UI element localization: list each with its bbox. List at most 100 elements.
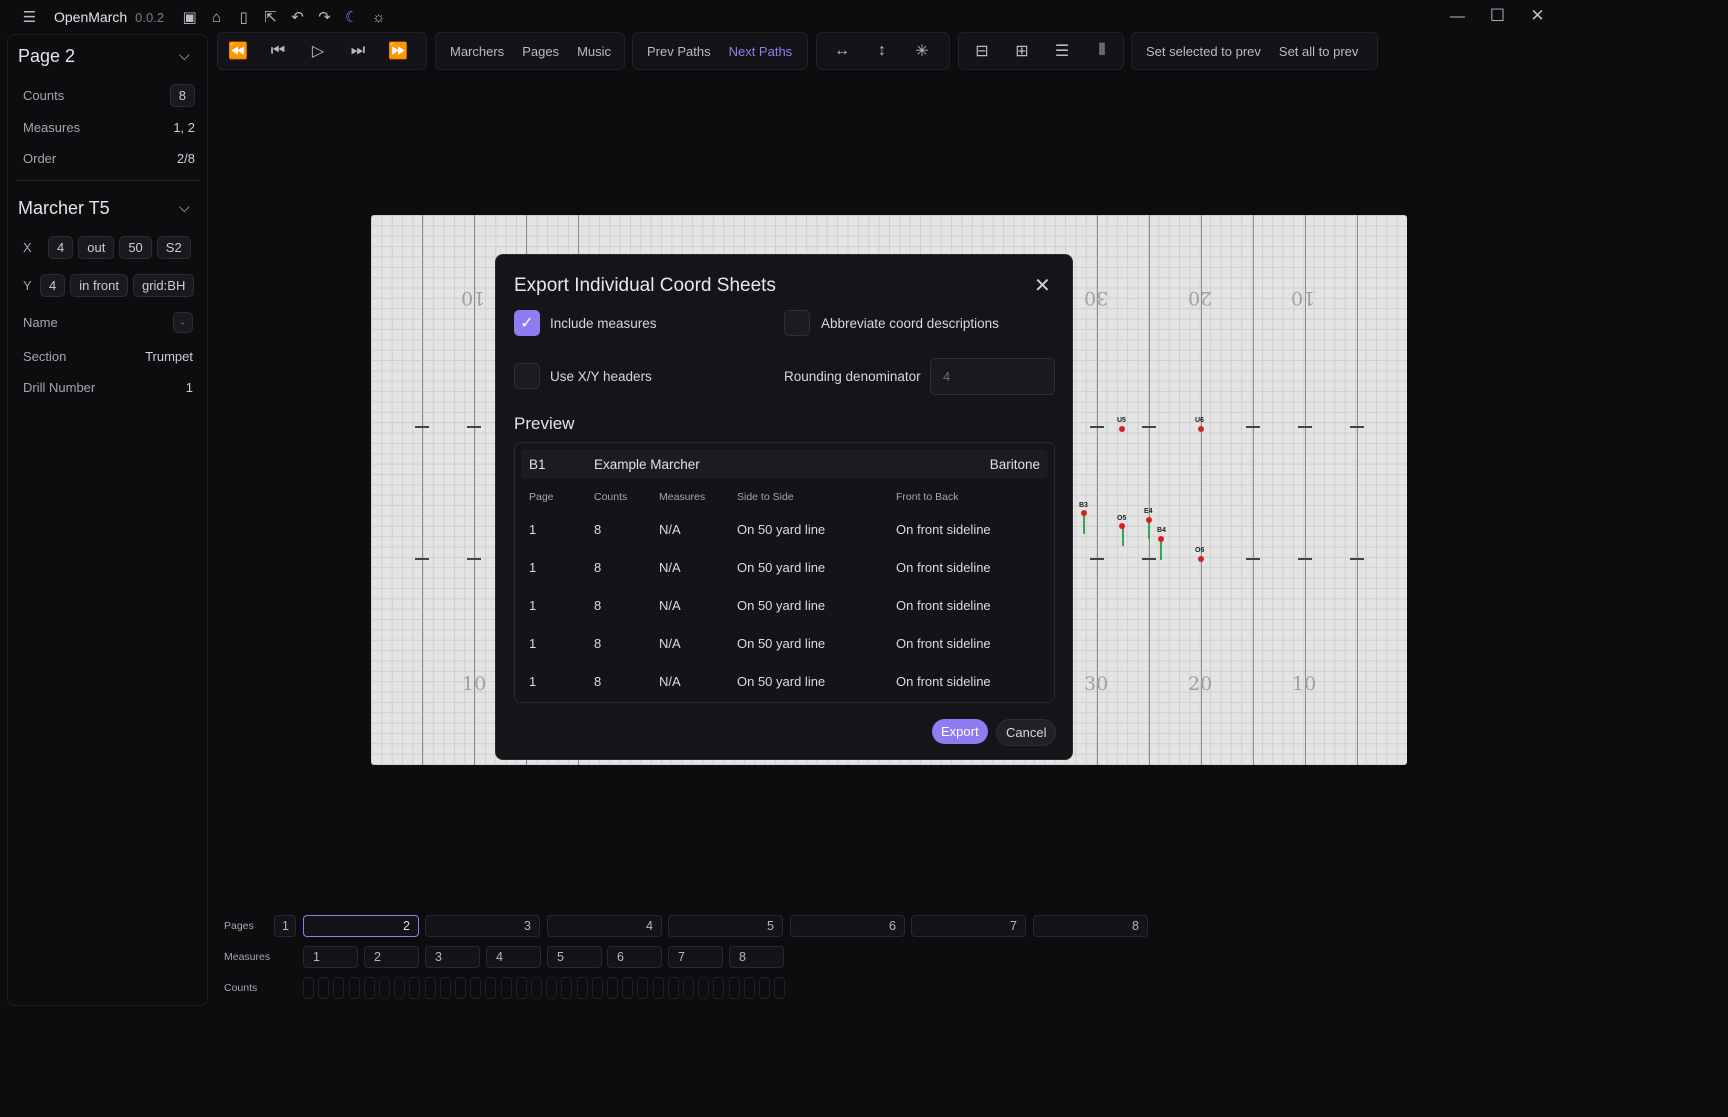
count-box[interactable] xyxy=(363,977,375,999)
count-box[interactable] xyxy=(652,977,664,999)
y-reference-chip[interactable]: grid:BH xyxy=(132,274,195,297)
count-box[interactable] xyxy=(591,977,603,999)
count-box[interactable] xyxy=(561,977,573,999)
moon-icon[interactable]: ☾ xyxy=(338,8,365,26)
chevron-down-icon[interactable]: ⌵ xyxy=(179,199,190,216)
export-icon[interactable]: ⇱ xyxy=(257,8,284,26)
music-button[interactable]: Music xyxy=(568,44,620,59)
count-box[interactable] xyxy=(698,977,710,999)
swap-vertical-icon[interactable]: ↕ xyxy=(862,42,902,60)
count-box[interactable] xyxy=(683,977,694,999)
count-box[interactable] xyxy=(667,977,679,999)
save-icon[interactable]: ▣ xyxy=(176,8,203,26)
count-box[interactable] xyxy=(500,977,512,999)
count-box[interactable] xyxy=(576,977,588,999)
redo-icon[interactable]: ↷ xyxy=(311,8,338,26)
count-box[interactable] xyxy=(531,977,542,999)
swap-horizontal-icon[interactable]: ↔ xyxy=(822,42,862,60)
marcher-dot[interactable] xyxy=(1146,517,1152,523)
new-file-icon[interactable]: ▯ xyxy=(230,8,257,26)
count-box[interactable] xyxy=(622,977,634,999)
count-box[interactable] xyxy=(424,977,436,999)
page-box[interactable]: 5 xyxy=(668,915,783,937)
maximize-icon[interactable]: ☐ xyxy=(1484,6,1511,26)
page-box[interactable]: 6 xyxy=(790,915,905,937)
align-vertical-icon[interactable]: ⊞ xyxy=(1002,41,1042,61)
marcher-dot[interactable] xyxy=(1119,426,1125,432)
minimize-icon[interactable]: — xyxy=(1444,8,1471,25)
marcher-dot[interactable] xyxy=(1119,523,1125,529)
count-box[interactable] xyxy=(409,977,421,999)
close-window-icon[interactable]: ✕ xyxy=(1524,6,1551,26)
rewind-icon[interactable]: ⏪ xyxy=(218,41,258,61)
page-box[interactable]: 1 xyxy=(274,915,296,937)
measure-box[interactable]: 4 xyxy=(486,946,541,968)
previous-page-icon[interactable]: ⏮ xyxy=(258,42,298,60)
next-paths-toggle[interactable]: Next Paths xyxy=(720,44,802,59)
y-steps-chip[interactable]: 4 xyxy=(40,274,66,297)
sun-icon[interactable]: ☼ xyxy=(365,9,392,26)
measure-box[interactable]: 8 xyxy=(729,946,784,968)
page-box[interactable]: 4 xyxy=(547,915,662,937)
count-box[interactable] xyxy=(348,977,360,999)
menu-icon[interactable]: ☰ xyxy=(16,8,43,26)
count-box[interactable] xyxy=(485,977,497,999)
measure-box[interactable]: 7 xyxy=(668,946,723,968)
count-box[interactable] xyxy=(318,977,330,999)
page-box[interactable]: 8 xyxy=(1033,915,1148,937)
measure-box[interactable]: 2 xyxy=(364,946,419,968)
marcher-dot[interactable] xyxy=(1158,536,1164,542)
count-box[interactable] xyxy=(439,977,451,999)
marcher-dot[interactable] xyxy=(1081,510,1087,516)
count-box[interactable] xyxy=(303,977,314,999)
include-measures-checkbox[interactable]: ✓ xyxy=(514,310,540,336)
count-box[interactable] xyxy=(743,977,755,999)
folder-open-icon[interactable]: ⌂ xyxy=(203,9,230,26)
measure-box[interactable]: 3 xyxy=(425,946,480,968)
chevron-down-icon[interactable]: ⌵ xyxy=(179,47,190,64)
prev-paths-toggle[interactable]: Prev Paths xyxy=(638,44,720,59)
distribute-vertical-icon[interactable]: ⦀ xyxy=(1082,42,1122,60)
play-icon[interactable]: ▷ xyxy=(298,41,338,61)
count-box[interactable] xyxy=(759,977,770,999)
rounding-denominator-input[interactable]: 4 xyxy=(930,358,1055,395)
measure-box[interactable]: 6 xyxy=(607,946,662,968)
count-box[interactable] xyxy=(713,977,725,999)
distribute-horizontal-icon[interactable]: ☰ xyxy=(1042,41,1082,61)
xy-headers-checkbox[interactable] xyxy=(514,363,540,389)
x-direction-chip[interactable]: out xyxy=(78,236,115,259)
y-direction-chip[interactable]: in front xyxy=(70,274,128,297)
marcher-dot[interactable] xyxy=(1198,556,1204,562)
align-horizontal-icon[interactable]: ⊟ xyxy=(962,41,1002,61)
count-box[interactable] xyxy=(637,977,649,999)
abbreviate-checkbox[interactable] xyxy=(784,310,810,336)
page-box[interactable]: 7 xyxy=(911,915,1026,937)
count-box[interactable] xyxy=(470,977,482,999)
page-box[interactable]: 3 xyxy=(425,915,540,937)
x-yardline-chip[interactable]: 50 xyxy=(119,236,152,259)
set-all-to-prev-button[interactable]: Set all to prev xyxy=(1270,44,1368,59)
x-steps-chip[interactable]: 4 xyxy=(48,236,74,259)
set-selected-to-prev-button[interactable]: Set selected to prev xyxy=(1137,44,1270,59)
next-page-icon[interactable]: ⏭ xyxy=(338,42,378,60)
export-button[interactable]: Export xyxy=(932,719,988,744)
count-box[interactable] xyxy=(333,977,345,999)
count-box[interactable] xyxy=(728,977,740,999)
name-input[interactable]: - xyxy=(172,312,193,333)
measure-box[interactable]: 5 xyxy=(547,946,602,968)
count-box[interactable] xyxy=(515,977,527,999)
x-side-chip[interactable]: S2 xyxy=(156,236,191,259)
count-box[interactable] xyxy=(394,977,406,999)
cancel-button[interactable]: Cancel xyxy=(996,719,1057,746)
marcher-dot[interactable] xyxy=(1198,426,1204,432)
count-box[interactable] xyxy=(455,977,466,999)
fast-forward-icon[interactable]: ⏩ xyxy=(378,41,418,61)
count-box[interactable] xyxy=(546,977,558,999)
count-box[interactable] xyxy=(607,977,618,999)
page-box[interactable]: 2 xyxy=(303,915,419,937)
close-icon[interactable]: ✕ xyxy=(1034,273,1051,298)
count-box[interactable] xyxy=(379,977,390,999)
measure-box[interactable]: 1 xyxy=(303,946,358,968)
count-box[interactable] xyxy=(774,977,786,999)
counts-input[interactable]: 8 xyxy=(169,84,195,107)
